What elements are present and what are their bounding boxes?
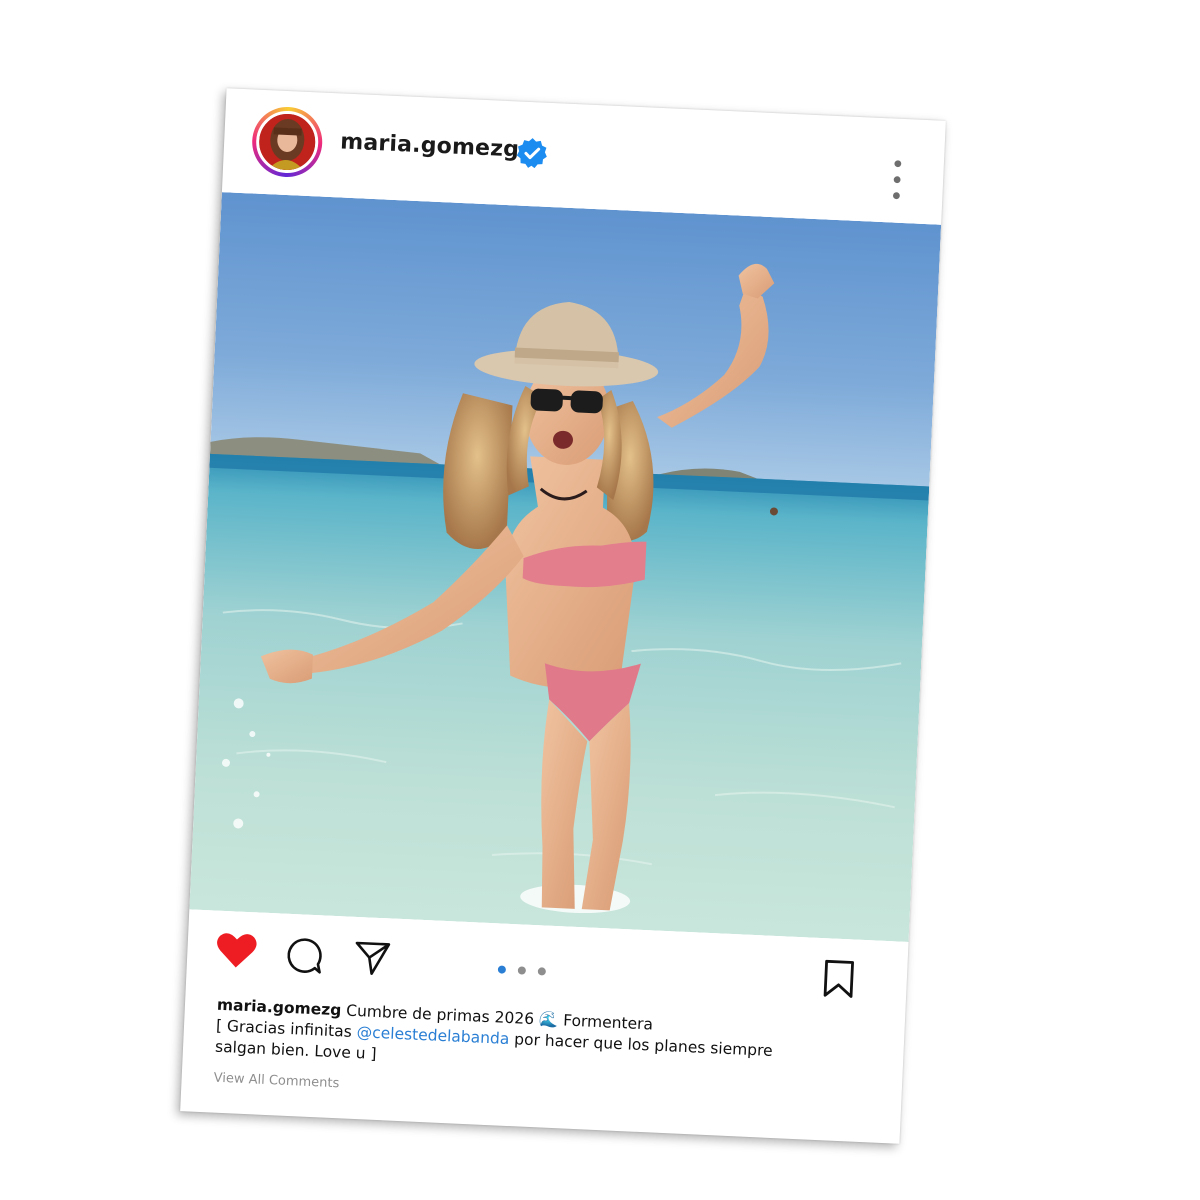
carousel-dot[interactable]: [537, 967, 547, 976]
beach-photo: [189, 192, 942, 943]
caption-location: Formentera: [562, 1011, 654, 1034]
heart-icon[interactable]: [215, 931, 259, 971]
stage: maria.gomezg maria.gomezg Cumbre de prim…: [0, 0, 1200, 1200]
avatar: [254, 109, 320, 175]
comment-bubble-icon[interactable]: [284, 936, 324, 976]
carousel-indicator: [497, 963, 559, 980]
instagram-post-frame: maria.gomezg maria.gomezg Cumbre de prim…: [180, 88, 946, 1144]
carousel-dot[interactable]: [517, 966, 527, 975]
more-vertical-icon[interactable]: [890, 158, 904, 201]
post-username[interactable]: maria.gomezg: [340, 129, 520, 162]
verified-badge-icon: [516, 138, 547, 169]
view-all-comments-link[interactable]: View All Comments: [213, 1071, 339, 1092]
avatar-image: [257, 112, 317, 172]
wave-emoji: 🌊: [538, 1010, 559, 1030]
avatar-story-ring[interactable]: [250, 105, 324, 179]
post-photo[interactable]: [189, 192, 942, 943]
bookmark-icon[interactable]: [822, 958, 856, 999]
paper-plane-icon[interactable]: [352, 939, 392, 979]
carousel-dot-active[interactable]: [497, 965, 507, 974]
